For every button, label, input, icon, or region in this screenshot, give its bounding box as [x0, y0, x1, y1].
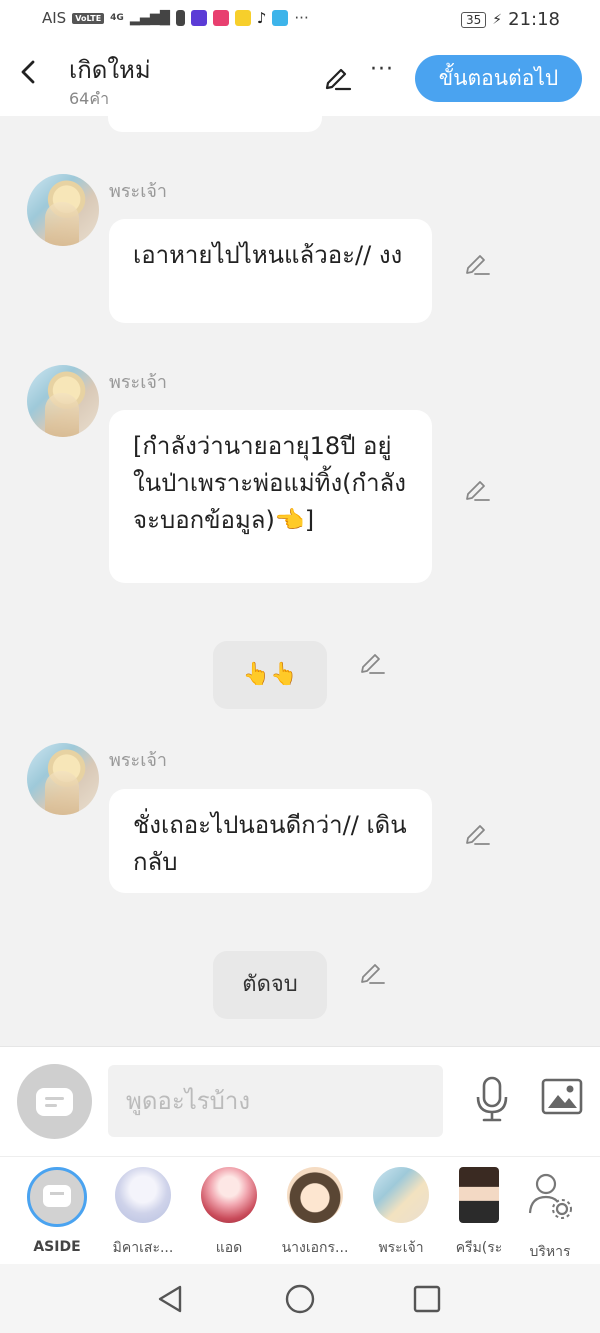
next-step-button[interactable]: ขั้นตอนต่อไป [415, 55, 582, 102]
edit-message-icon[interactable] [463, 819, 491, 847]
edit-message-icon[interactable] [358, 958, 386, 986]
character-name: พระเจ้า [378, 1240, 424, 1256]
network-type-label: 4G [110, 13, 124, 23]
avatar[interactable] [27, 365, 99, 437]
avatar [459, 1167, 499, 1223]
character-aside[interactable]: ASIDE [14, 1167, 100, 1255]
aside-avatar [27, 1167, 87, 1227]
character-name: ครีม(ระ [455, 1240, 503, 1256]
message-bubble[interactable]: ชั่งเถอะไปนอนดีกว่า// เดินกลับ [109, 789, 432, 893]
nav-home-icon[interactable] [284, 1283, 316, 1315]
character-item[interactable]: แอด [186, 1167, 272, 1259]
character-name: แอด [215, 1240, 243, 1256]
message-input[interactable] [108, 1065, 443, 1137]
more-notifications-icon: ··· [294, 9, 309, 27]
volte-badge: VoLTE [72, 12, 105, 24]
app-notification-icon [272, 10, 289, 26]
microphone-icon[interactable] [474, 1075, 510, 1123]
carrier-label: AIS [42, 9, 67, 27]
header: เกิดใหม่ 64คำ ··· ขั้นตอนต่อไป [0, 40, 600, 116]
charging-icon: ⚡ [492, 11, 503, 28]
nav-recents-icon[interactable] [411, 1283, 443, 1315]
message-bubble[interactable] [108, 116, 322, 132]
manage-user-icon [528, 1173, 572, 1219]
sender-name: พระเจ้า [109, 372, 168, 393]
page-title: เกิดใหม่ [69, 56, 151, 84]
character-item[interactable]: นางเอกร... [272, 1167, 358, 1259]
character-item[interactable]: พระเจ้า [358, 1167, 444, 1259]
avatar [115, 1167, 171, 1223]
edit-message-icon[interactable] [463, 249, 491, 277]
tiktok-icon: ♪ [256, 9, 267, 27]
avatar[interactable] [27, 743, 99, 815]
word-count: 64คำ [69, 89, 110, 108]
signal-icon: ▂▄▆█ [129, 10, 170, 26]
input-bar [0, 1046, 600, 1156]
app-notification-icon [212, 10, 229, 26]
status-bar: AIS VoLTE 4G ▂▄▆█ ♪ ··· 35 ⚡ 21:18 [0, 0, 600, 40]
sender-name: พระเจ้า [109, 750, 168, 771]
image-icon[interactable] [540, 1077, 584, 1117]
system-nav-bar [0, 1264, 600, 1333]
narration-bubble[interactable]: ตัดจบ [213, 951, 327, 1019]
edit-icon[interactable] [322, 62, 352, 92]
chat-bubble-icon [36, 1088, 73, 1116]
character-bar: ASIDE มิคาเสะ... แอด นางเอกร... พระเจ้า … [0, 1156, 600, 1264]
aside-toggle-button[interactable] [17, 1064, 92, 1139]
edit-message-icon[interactable] [463, 475, 491, 503]
avatar [201, 1167, 257, 1223]
avatar [373, 1167, 429, 1223]
narration-bubble[interactable]: 👆👆 [213, 641, 327, 709]
avatar [287, 1167, 343, 1223]
battery-icon: 35 [461, 11, 487, 28]
character-name: ASIDE [33, 1239, 81, 1255]
chat-area[interactable]: พระเจ้า เอาหายไปไหนแล้วอะ// งง พระเจ้า [… [0, 116, 600, 1046]
character-name: มิคาเสะ... [112, 1240, 174, 1256]
emoji-app-icon [234, 10, 251, 26]
more-icon[interactable]: ··· [368, 59, 396, 88]
message-bubble[interactable]: [กำลังว่านายอายุ18ปี อยู่ในป่าเพราะพ่อแม… [109, 410, 432, 583]
character-item[interactable]: มิคาเสะ... [100, 1167, 186, 1259]
back-icon[interactable] [14, 56, 46, 88]
notification-icon [175, 10, 185, 26]
app-notification-icon [190, 10, 207, 26]
edit-message-icon[interactable] [358, 648, 386, 676]
character-name: บริหาร [529, 1244, 571, 1260]
chat-bubble-icon [43, 1185, 71, 1207]
character-name: นางเอกร... [281, 1240, 349, 1256]
sender-name: พระเจ้า [109, 181, 168, 202]
avatar[interactable] [27, 174, 99, 246]
manage-characters-button[interactable]: บริหาร [520, 1167, 580, 1263]
clock: 21:18 [508, 9, 560, 30]
character-item[interactable]: ครีม(ระ [444, 1167, 514, 1259]
message-bubble[interactable]: เอาหายไปไหนแล้วอะ// งง [109, 219, 432, 323]
nav-back-icon[interactable] [155, 1283, 187, 1315]
